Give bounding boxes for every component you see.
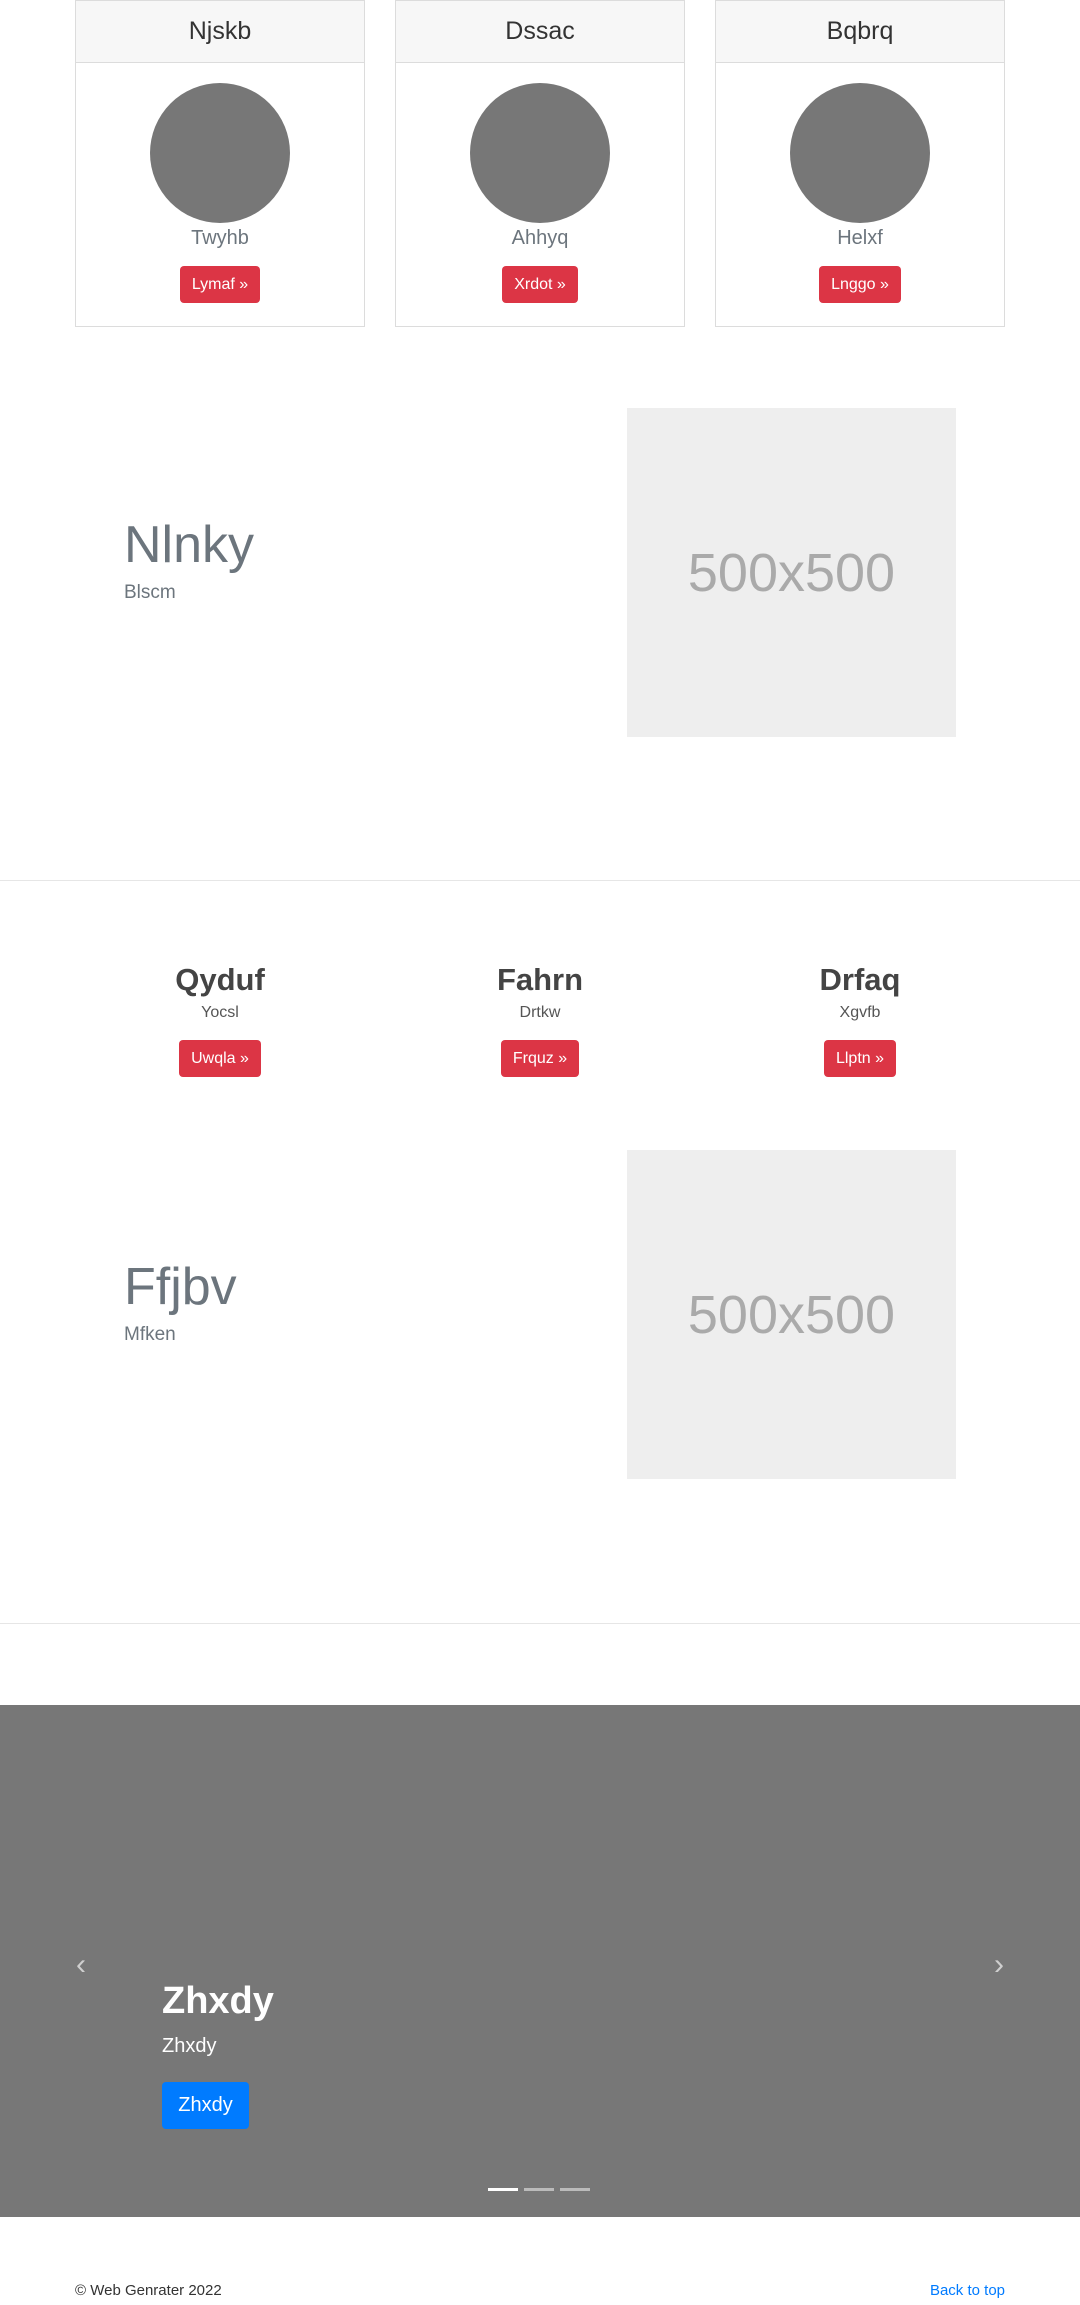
featurette-subheading: Mfken	[124, 1324, 176, 1345]
card-title: Njskb	[76, 1, 364, 63]
card-text: Twyhb	[191, 227, 249, 249]
carousel-prev-button[interactable]: ‹	[66, 1950, 96, 1980]
marketing-button[interactable]: Uwqla »	[179, 1040, 261, 1077]
card-button[interactable]: Lnggo »	[819, 266, 901, 303]
carousel-indicator-1[interactable]	[488, 2188, 518, 2191]
marketing-button[interactable]: Frquz »	[500, 1040, 580, 1077]
featurette-heading: Nlnky	[124, 516, 255, 574]
marketing-title: Qyduf	[175, 962, 265, 997]
carousel: ‹ › Zhxdy Zhxdy Zhxdy	[0, 1705, 1080, 2217]
marketing-text: Yocsl	[201, 1004, 239, 1021]
carousel-caption-button[interactable]: Zhxdy	[162, 2082, 249, 2129]
avatar-circle	[790, 83, 930, 223]
marketing-title: Fahrn	[496, 962, 584, 997]
carousel-indicator-3[interactable]	[560, 2188, 590, 2191]
card-button[interactable]: Xrdot »	[502, 266, 578, 303]
marketing-column-1: Qyduf Yocsl Uwqla »	[75, 962, 365, 1077]
marketing-text: Xgvfb	[839, 1004, 881, 1021]
chevron-left-icon: ‹	[76, 1948, 86, 1981]
carousel-caption-text: Zhxdy	[162, 2035, 217, 2057]
card-text: Helxf	[837, 227, 883, 249]
card-2: Dssac Ahhyq Xrdot »	[395, 0, 685, 327]
card-3: Bqbrq Helxf Lnggo »	[715, 0, 1005, 327]
carousel-next-button[interactable]: ›	[984, 1950, 1014, 1980]
page: Njskb Twyhb Lymaf » Dssac Ahhyq Xrdot » …	[0, 0, 1080, 2305]
featurette-heading: Ffjbv	[124, 1258, 237, 1316]
footer-copyright: © Web Genrater 2022	[75, 2282, 222, 2299]
card-1: Njskb Twyhb Lymaf »	[75, 0, 365, 327]
marketing-column-2: Fahrn Drtkw Frquz »	[395, 962, 685, 1077]
avatar-circle	[470, 83, 610, 223]
card-title: Dssac	[396, 1, 684, 63]
avatar-circle	[150, 83, 290, 223]
featurette-divider	[0, 1623, 1080, 1624]
marketing-column-3: Drfaq Xgvfb Llptn »	[715, 962, 1005, 1077]
placeholder-image: 500x500	[627, 1150, 956, 1479]
card-text: Ahhyq	[511, 227, 569, 249]
back-to-top-link[interactable]: Back to top	[930, 2282, 1005, 2299]
carousel-indicators	[488, 2188, 590, 2191]
featurette-divider	[0, 880, 1080, 881]
carousel-indicator-2[interactable]	[524, 2188, 554, 2191]
placeholder-image-label: 500x500	[687, 542, 896, 603]
chevron-right-icon: ›	[994, 1948, 1004, 1981]
marketing-button[interactable]: Llptn »	[823, 1040, 897, 1077]
featurette-subheading: Blscm	[124, 582, 176, 603]
card-button[interactable]: Lymaf »	[179, 266, 261, 303]
placeholder-image: 500x500	[627, 408, 956, 737]
card-title: Bqbrq	[716, 1, 1004, 63]
marketing-title: Drfaq	[819, 962, 901, 997]
marketing-text: Drtkw	[519, 1004, 561, 1021]
placeholder-image-label: 500x500	[687, 1284, 896, 1345]
carousel-caption-title: Zhxdy	[162, 1980, 274, 2022]
